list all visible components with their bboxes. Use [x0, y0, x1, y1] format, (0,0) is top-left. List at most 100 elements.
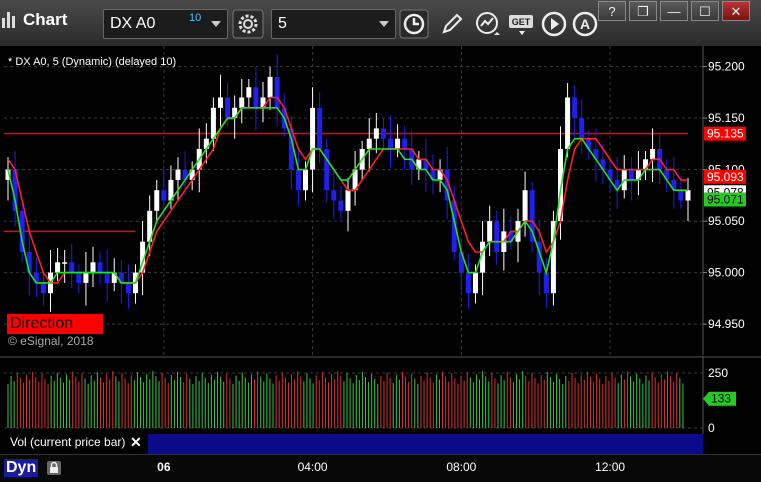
gear-icon[interactable] — [232, 9, 264, 39]
close-button[interactable]: ✕ — [722, 1, 750, 21]
candle-body — [90, 262, 96, 273]
x-tick-label: 08:00 — [446, 460, 477, 474]
candle-body — [274, 76, 280, 108]
chart-background — [0, 46, 761, 355]
svg-text:GET: GET — [512, 17, 531, 27]
candle-body — [317, 107, 323, 149]
play-icon[interactable] — [540, 9, 570, 39]
window-title-text: Chart — [23, 10, 68, 29]
price-chart[interactable]: 95.20095.15095.10095.05095.00094.95095.1… — [0, 46, 761, 355]
candle-body — [494, 221, 500, 252]
candle-body — [154, 190, 160, 211]
copyright-text: © eSignal, 2018 — [8, 334, 94, 348]
chevron-down-icon[interactable] — [211, 21, 221, 27]
candle-body — [522, 190, 528, 222]
candle-body — [125, 282, 131, 294]
candle-body — [295, 169, 301, 191]
window-title: Chart — [2, 10, 67, 30]
trend-icon[interactable] — [472, 9, 502, 39]
alert-icon[interactable]: A — [571, 9, 601, 39]
candle-body — [62, 262, 68, 264]
price-marker-label: 95.093 — [707, 170, 744, 184]
candle-body — [380, 128, 386, 139]
pencil-icon[interactable] — [437, 9, 467, 39]
interval-value: 5 — [278, 15, 287, 32]
candle-body — [487, 221, 493, 242]
candle-body — [104, 272, 110, 283]
y-tick-label: 95.050 — [708, 214, 745, 228]
candle-body — [473, 272, 478, 294]
candle-body — [267, 76, 273, 98]
candle-body — [373, 128, 379, 139]
volume-chart[interactable]: 250 0 133 — [0, 356, 761, 434]
x-tick-label: 12:00 — [595, 460, 626, 474]
chevron-down-icon[interactable] — [379, 21, 389, 27]
candle-body — [40, 282, 46, 294]
candle-body — [650, 149, 656, 160]
candle-body — [210, 107, 216, 139]
symbol-value: DX A0 — [110, 15, 156, 32]
candle-body — [395, 138, 401, 149]
y-tick-label: 95.000 — [708, 266, 745, 280]
volume-tick-label: 0 — [708, 421, 715, 434]
volume-label-text: Vol (current price bar) — [10, 435, 126, 449]
maximize-button[interactable]: ☐ — [691, 1, 719, 21]
chart-header: * DX A0, 5 (Dynamic) (delayed 10) — [8, 56, 177, 68]
volume-current-label: 133 — [711, 392, 731, 406]
candle-body — [543, 272, 549, 294]
candle-body — [402, 138, 408, 149]
candle-body — [628, 169, 634, 180]
candle-body — [253, 87, 259, 108]
candle-body — [678, 190, 684, 201]
candle-body — [69, 262, 75, 273]
get-icon[interactable]: GET — [507, 9, 537, 39]
interval-input[interactable]: 5 — [271, 9, 396, 39]
time-axis: Dyn 06 04:00 08:00 12:00 — [0, 454, 761, 482]
title-bar: Chart DX A0 10 5 GET A ? ❐ — ☐ ✕ — [0, 0, 761, 46]
candle-body — [303, 169, 308, 191]
candle-body — [246, 87, 252, 98]
candle-body — [331, 190, 337, 201]
direction-label: Direction — [7, 314, 103, 334]
candle-body — [97, 262, 103, 273]
candle-body — [239, 97, 245, 108]
y-tick-label: 95.200 — [708, 60, 745, 74]
restore-button[interactable]: ❐ — [629, 1, 657, 21]
candle-body — [324, 149, 330, 191]
candle-body — [225, 97, 231, 119]
candle-body — [76, 272, 82, 283]
volume-pane-label: Vol (current price bar) ✕ — [0, 432, 148, 452]
x-tick-label: 06 — [157, 460, 171, 474]
candle-body — [572, 97, 578, 119]
close-icon[interactable]: ✕ — [130, 432, 142, 452]
volume-tick-label: 250 — [708, 366, 728, 380]
candle-body — [565, 97, 571, 149]
candle-body — [366, 138, 372, 149]
lock-icon[interactable] — [46, 460, 62, 476]
y-tick-label: 95.150 — [708, 111, 745, 125]
candle-body — [685, 190, 691, 201]
clock-icon[interactable] — [399, 9, 429, 39]
chart-bars-icon — [2, 12, 18, 28]
dynamic-mode-badge[interactable]: Dyn — [4, 459, 39, 477]
svg-text:A: A — [580, 16, 590, 32]
candle-body — [218, 97, 223, 108]
candle-body — [338, 200, 344, 211]
help-button[interactable]: ? — [598, 1, 626, 21]
price-marker-label: 95.071 — [707, 192, 744, 206]
candle-body — [345, 190, 351, 211]
symbol-input[interactable]: DX A0 10 — [103, 9, 228, 39]
candle-body — [161, 190, 167, 201]
x-tick-label: 04:00 — [297, 460, 328, 474]
scroll-strip[interactable] — [148, 434, 703, 454]
candle-body — [55, 262, 61, 273]
candle-body — [175, 169, 181, 180]
minimize-button[interactable]: — — [660, 1, 688, 21]
candle-body — [83, 272, 89, 283]
candle-body — [388, 138, 393, 149]
delay-badge: 10 — [189, 12, 202, 24]
price-marker-label: 95.135 — [707, 127, 744, 141]
candle-body — [310, 107, 316, 170]
candle-body — [579, 118, 585, 139]
candle-body — [465, 272, 471, 294]
